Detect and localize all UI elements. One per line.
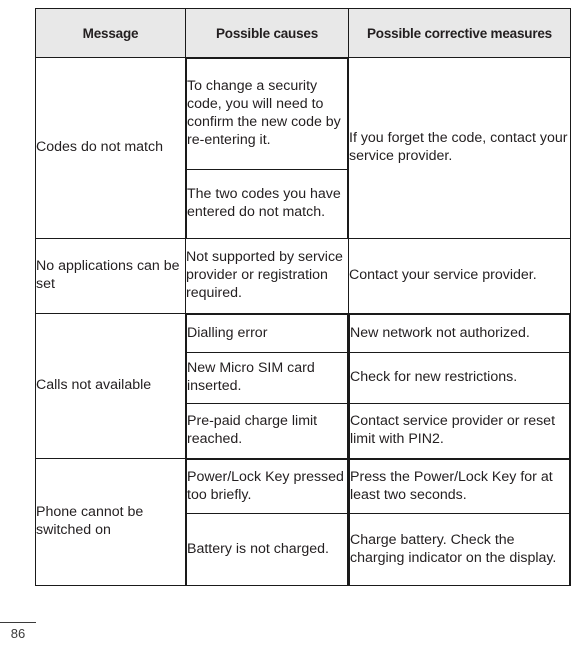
cause-text: Pre-paid charge limit reached. xyxy=(186,403,348,458)
row-message: Phone cannot be switched on xyxy=(35,458,186,586)
measure-subrow: New network not authorized. xyxy=(349,314,570,353)
page-folio: 86 xyxy=(0,622,36,641)
column-header-possible-corrective-measures: Possible corrective measures xyxy=(348,8,571,58)
manual-page: Message Possible causes Possible correct… xyxy=(0,0,579,653)
row-causes: Power/Lock Key pressed too briefly. Batt… xyxy=(185,458,349,586)
cause-subrow: Dialling error xyxy=(186,314,348,353)
row-causes: Not supported by service provider or reg… xyxy=(185,238,349,314)
row-message: No applications can be set xyxy=(35,238,186,314)
row-message: Codes do not match xyxy=(35,57,186,239)
cause-text: Dialling error xyxy=(186,314,348,353)
folio-rule xyxy=(0,622,36,623)
row-message: Calls not available xyxy=(35,313,186,459)
measure-text: Check for new restrictions. xyxy=(349,352,570,404)
cause-text: Battery is not charged. xyxy=(186,513,348,585)
table-row: Calls not available Dialling error New M… xyxy=(35,313,571,459)
cause-subrow: Power/Lock Key pressed too briefly. xyxy=(186,459,348,514)
table-row: Codes do not match To change a security … xyxy=(35,57,571,239)
cause-text: New Micro SIM card inserted. xyxy=(186,352,348,404)
row-measures: If you forget the code, contact your ser… xyxy=(348,57,571,239)
troubleshooting-table: Message Possible causes Possible correct… xyxy=(35,8,571,586)
row-causes: Dialling error New Micro SIM card insert… xyxy=(185,313,349,459)
cause-subrow: To change a security code, you will need… xyxy=(186,58,348,170)
measures-sublist: Press the Power/Lock Key for at least tw… xyxy=(349,459,570,585)
row-causes: To change a security code, you will need… xyxy=(185,57,349,239)
row-measures: Contact your service provider. xyxy=(348,238,571,314)
table-header: Message Possible causes Possible correct… xyxy=(35,8,571,58)
measure-text: Charge battery. Check the charging indic… xyxy=(349,513,570,585)
column-header-message: Message xyxy=(35,8,186,58)
measure-text: New network not authorized. xyxy=(349,314,570,353)
measure-subrow: Press the Power/Lock Key for at least tw… xyxy=(349,459,570,514)
measure-text: Contact service provider or reset limit … xyxy=(349,403,570,458)
table-row: No applications can be set Not supported… xyxy=(35,238,571,314)
measure-subrow: Check for new restrictions. xyxy=(349,352,570,404)
cause-subrow: The two codes you have entered do not ma… xyxy=(186,169,348,238)
page-number: 86 xyxy=(10,626,26,641)
table-row: Phone cannot be switched on Power/Lock K… xyxy=(35,458,571,586)
causes-sublist: To change a security code, you will need… xyxy=(186,58,348,238)
causes-sublist: Power/Lock Key pressed too briefly. Batt… xyxy=(186,459,348,585)
measure-subrow: Charge battery. Check the charging indic… xyxy=(349,513,570,585)
column-header-possible-causes: Possible causes xyxy=(185,8,349,58)
measures-sublist: New network not authorized. Check for ne… xyxy=(349,314,570,458)
cause-subrow: New Micro SIM card inserted. xyxy=(186,352,348,404)
table-body: Codes do not match To change a security … xyxy=(35,57,571,586)
measure-subrow: Contact service provider or reset limit … xyxy=(349,403,570,458)
cause-subrow: Battery is not charged. xyxy=(186,513,348,585)
measure-text: Press the Power/Lock Key for at least tw… xyxy=(349,459,570,514)
causes-sublist: Dialling error New Micro SIM card insert… xyxy=(186,314,348,458)
cause-text: To change a security code, you will need… xyxy=(186,58,348,170)
cause-text: Power/Lock Key pressed too briefly. xyxy=(186,459,348,514)
row-measures: Press the Power/Lock Key for at least tw… xyxy=(348,458,571,586)
row-measures: New network not authorized. Check for ne… xyxy=(348,313,571,459)
cause-subrow: Pre-paid charge limit reached. xyxy=(186,403,348,458)
table-header-row: Message Possible causes Possible correct… xyxy=(35,8,571,58)
cause-text: The two codes you have entered do not ma… xyxy=(186,169,348,238)
